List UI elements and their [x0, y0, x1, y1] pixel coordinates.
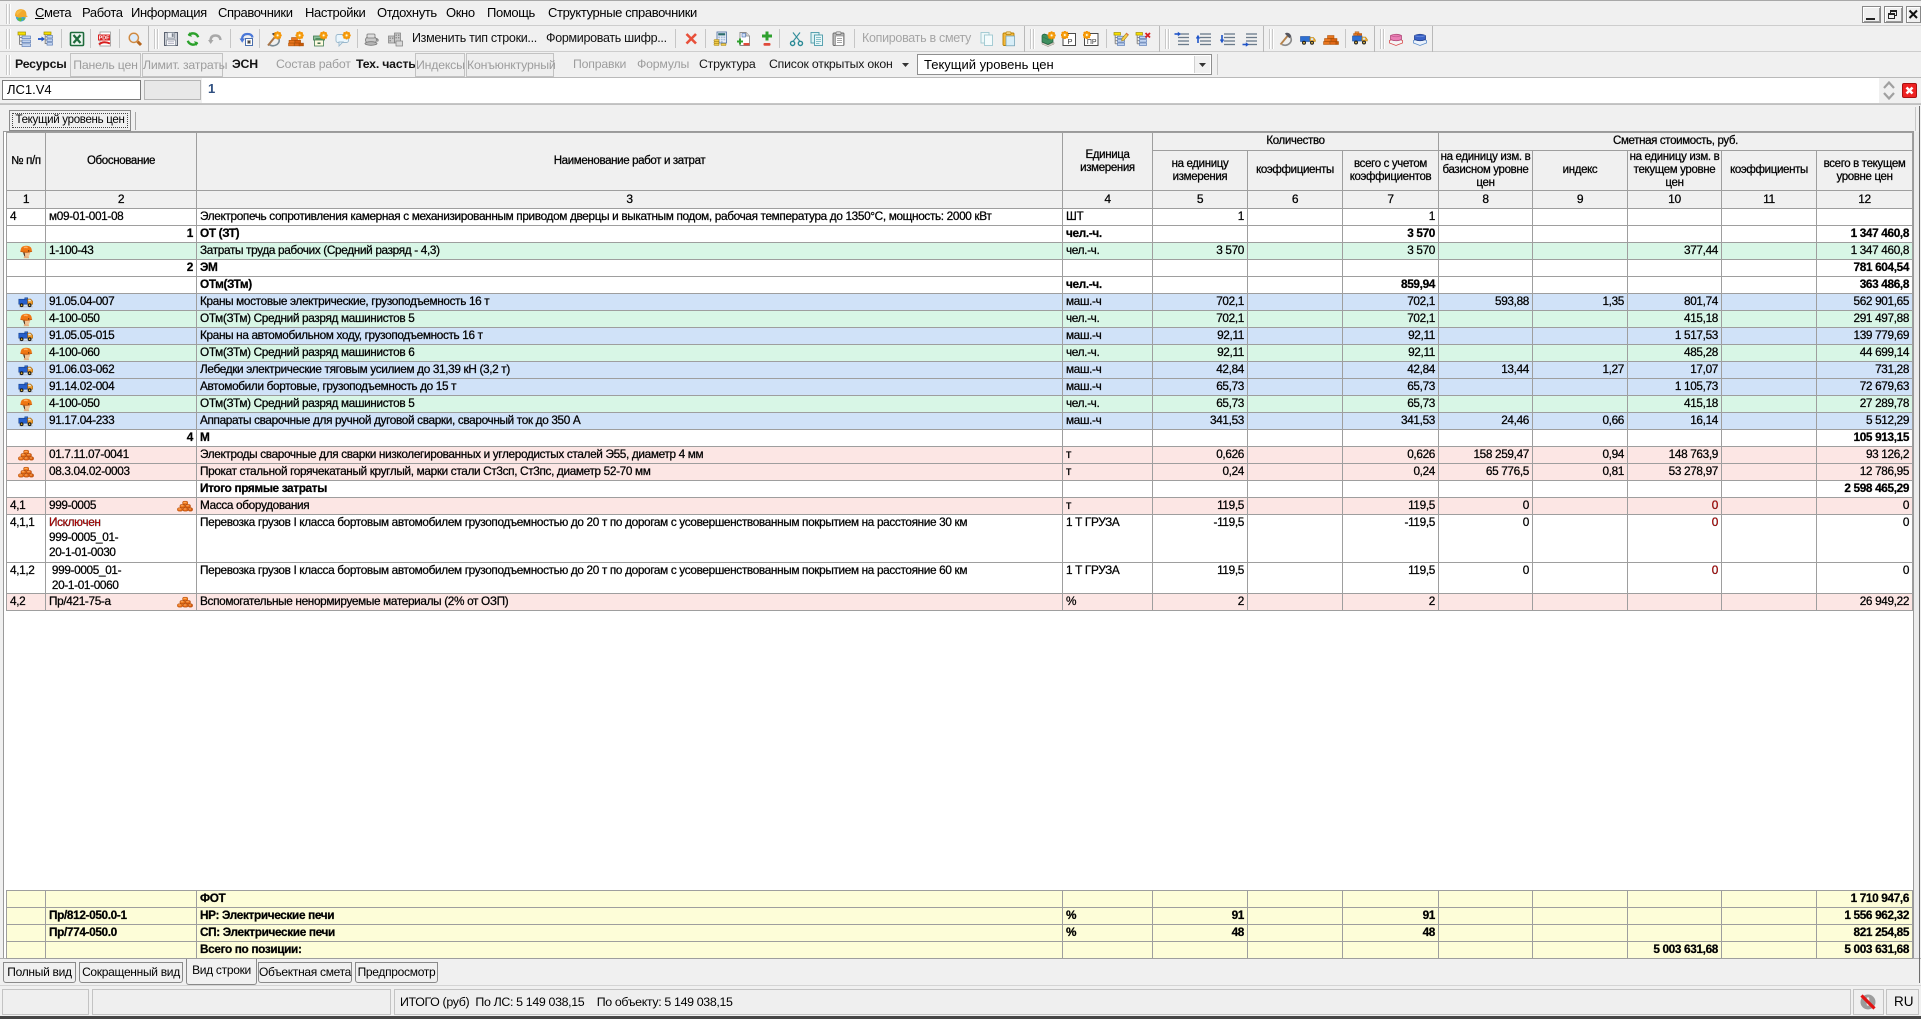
svg-text:ПР: ПР [1087, 39, 1097, 46]
svg-text:Р: Р [1067, 37, 1072, 46]
svg-text:PDF: PDF [99, 36, 110, 42]
